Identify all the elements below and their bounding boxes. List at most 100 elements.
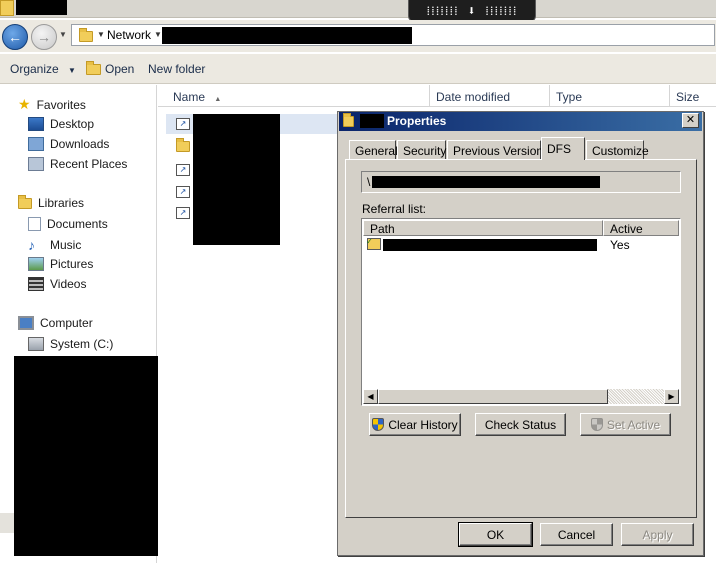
sidebar-favorites[interactable]: ★ Favorites	[18, 96, 86, 113]
tab-security[interactable]: Security	[397, 140, 446, 159]
sort-ascending-icon: ▲	[214, 96, 222, 103]
sidebar-libraries[interactable]: Libraries	[18, 194, 85, 210]
scroll-right-icon: ▶	[668, 392, 675, 401]
sidebar-item-label: Pictures	[50, 257, 94, 271]
set-active-button[interactable]: Set Active	[580, 413, 671, 436]
star-icon: ★	[18, 96, 31, 112]
uac-shield-icon	[372, 418, 385, 431]
breadcrumb-dropdown-icon[interactable]: ▼	[154, 30, 162, 39]
open-label: Open	[105, 62, 135, 76]
set-active-label: Set Active	[606, 417, 661, 432]
sidebar-item-music[interactable]: ♪ Music	[28, 237, 81, 253]
recent-places-icon	[28, 157, 44, 171]
scroll-left-icon: ◀	[367, 392, 374, 401]
sidebar-favorites-label: Favorites	[36, 97, 86, 112]
dialog-title: Properties	[387, 114, 447, 128]
sidebar-item-documents[interactable]: Documents	[28, 217, 108, 231]
folder-icon[interactable]	[176, 138, 190, 152]
drive-icon	[28, 337, 44, 351]
videos-icon	[28, 277, 44, 291]
scroll-left-button[interactable]: ◀	[363, 389, 378, 404]
column-size[interactable]: Size	[669, 85, 716, 107]
network-folder-icon	[79, 28, 93, 42]
desktop-icon	[28, 117, 44, 131]
sidebar-item-recent-places[interactable]: Recent Places	[28, 157, 127, 171]
history-dropdown-icon[interactable]: ▼	[59, 30, 67, 39]
forward-button[interactable]: →	[31, 24, 57, 50]
sidebar-item-pictures[interactable]: Pictures	[28, 257, 93, 271]
uac-shield-icon	[590, 418, 603, 431]
shortcut-icon[interactable]: ↗	[176, 186, 190, 198]
tab-customize[interactable]: Customize	[586, 140, 649, 159]
unc-path-field[interactable]: \	[361, 171, 681, 193]
column-name-label: Name	[173, 90, 206, 104]
column-path[interactable]: Path	[363, 220, 603, 236]
scroll-right-button[interactable]: ▶	[664, 389, 679, 404]
shortcut-icon[interactable]: ↗	[176, 118, 190, 130]
nav-scroll-strip	[0, 513, 14, 533]
referral-active-value: Yes	[610, 238, 630, 252]
window-folder-icon	[0, 0, 14, 16]
music-icon: ♪	[28, 237, 35, 253]
ok-button[interactable]: OK	[458, 522, 533, 547]
apply-button[interactable]: Apply	[621, 523, 694, 546]
breadcrumb-separator-icon[interactable]: ▼	[97, 30, 105, 39]
scrollbar-thumb[interactable]	[378, 389, 608, 404]
forward-arrow-icon: →	[37, 29, 51, 45]
shortcut-icon[interactable]: ↗	[176, 164, 190, 176]
cancel-button[interactable]: Cancel	[540, 523, 613, 546]
sidebar-item-label: Downloads	[50, 137, 110, 151]
sidebar-item-desktop[interactable]: Desktop	[28, 117, 94, 131]
breadcrumb-network[interactable]: Network	[107, 28, 151, 42]
organize-label: Organize	[10, 62, 59, 76]
back-arrow-icon: ←	[8, 29, 22, 45]
close-icon: ✕	[685, 114, 696, 126]
column-date-modified[interactable]: Date modified	[429, 85, 549, 107]
open-button[interactable]: Open	[86, 60, 135, 76]
window-titlebar	[0, 0, 716, 18]
computer-icon	[18, 316, 34, 330]
redacted-referral-path	[383, 239, 597, 251]
column-active[interactable]: Active	[603, 220, 679, 236]
sidebar-item-label: Recent Places	[50, 157, 128, 171]
organize-button[interactable]: Organize ▼	[10, 62, 76, 76]
redacted-unc-path	[372, 176, 600, 188]
sidebar-item-label: System (C:)	[50, 337, 114, 351]
remote-session-bar[interactable]: ⁞⁞⁞⁞⁞⁞⁞ ⬇ ⁞⁞⁞⁞⁞⁞⁞	[408, 0, 536, 22]
shortcut-icon[interactable]: ↗	[176, 207, 190, 219]
redacted-window-title	[16, 0, 67, 15]
new-folder-button[interactable]: New folder	[148, 62, 205, 76]
tab-general[interactable]: General	[349, 140, 398, 159]
sidebar-item-label: Desktop	[50, 117, 95, 131]
referral-row[interactable]: ✓ Yes	[363, 237, 679, 253]
dialog-titlebar[interactable]: Properties	[339, 112, 702, 131]
sidebar-item-label: Music	[50, 238, 82, 252]
tab-dfs[interactable]: DFS	[541, 137, 585, 160]
dialog-folder-icon	[343, 113, 354, 127]
clear-history-button[interactable]: Clear History	[369, 413, 461, 436]
tab-previous-versions[interactable]: Previous Versions	[447, 140, 549, 159]
downloads-icon	[28, 137, 44, 151]
unc-prefix: \	[367, 175, 371, 189]
open-folder-icon	[86, 60, 101, 75]
sidebar-item-label: Documents	[47, 217, 108, 231]
check-status-button[interactable]: Check Status	[475, 413, 566, 436]
column-name[interactable]: Name ▲	[167, 85, 429, 107]
referral-list-label: Referral list:	[362, 202, 427, 216]
dialog-close-button[interactable]: ✕	[682, 113, 699, 128]
sidebar-item-videos[interactable]: Videos	[28, 277, 86, 291]
pictures-icon	[28, 257, 44, 271]
address-input[interactable]: ▼ Network ▼	[71, 24, 715, 46]
redacted-address-path	[162, 27, 412, 44]
scrollbar-track[interactable]	[608, 389, 664, 404]
organize-chevron-icon: ▼	[68, 66, 76, 75]
sidebar-item-system-c[interactable]: System (C:)	[28, 337, 113, 351]
sidebar-computer-label: Computer	[40, 316, 93, 330]
back-button[interactable]: ←	[2, 24, 28, 50]
sidebar-computer[interactable]: Computer	[18, 316, 93, 330]
redacted-file-names	[193, 114, 280, 245]
column-type[interactable]: Type	[549, 85, 669, 107]
sidebar-libraries-label: Libraries	[38, 196, 85, 210]
sidebar-item-downloads[interactable]: Downloads	[28, 137, 109, 151]
sidebar-item-label: Videos	[50, 277, 87, 291]
